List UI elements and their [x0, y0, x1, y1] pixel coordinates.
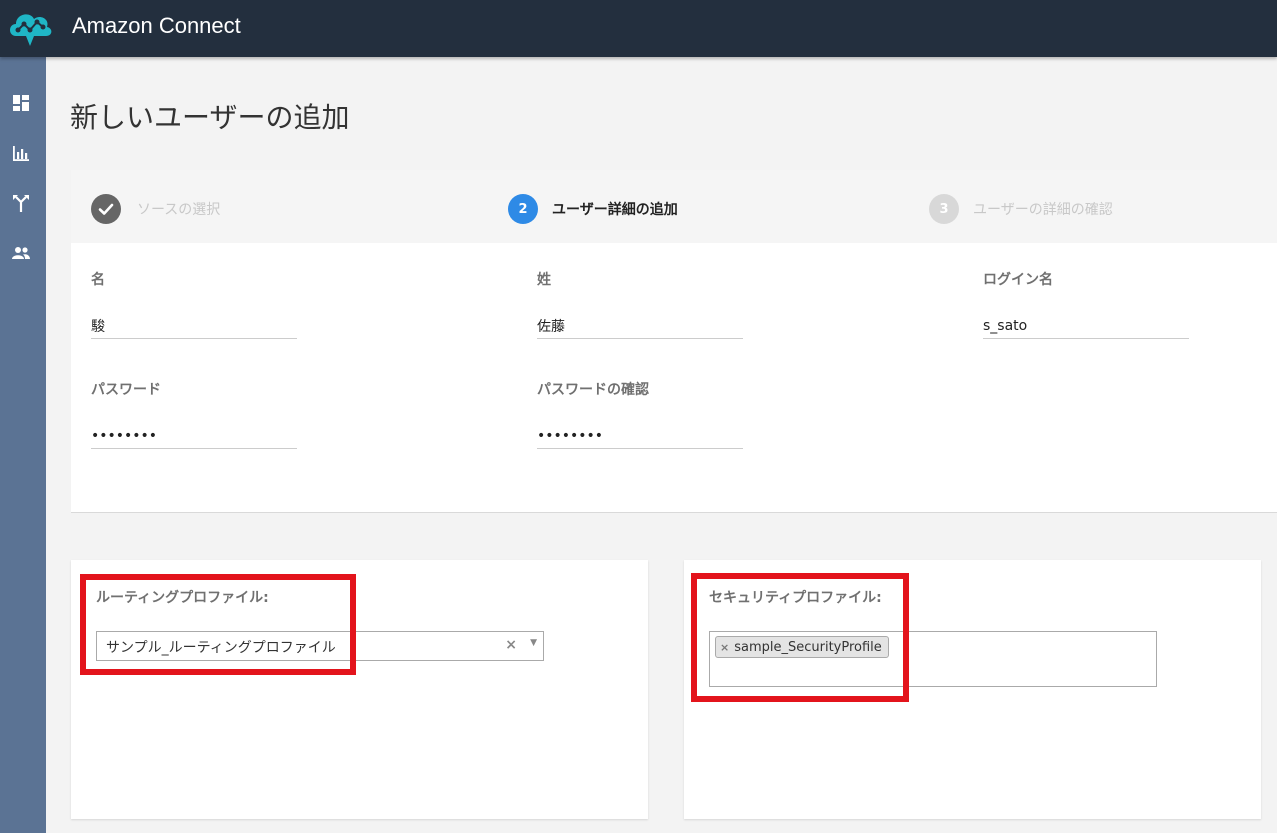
routing-icon[interactable] [11, 193, 31, 213]
security-profile-label: セキュリティプロファイル: [709, 590, 882, 606]
routing-profile-panel: ルーティングプロファイル: サンプル_ルーティングプロファイル × ▼ [71, 560, 648, 819]
step-label: ユーザー詳細の追加 [552, 202, 678, 218]
routing-profile-label: ルーティングプロファイル: [96, 590, 269, 606]
clear-selection-icon[interactable]: × [505, 637, 517, 653]
login-name-label: ログイン名 [983, 272, 1053, 288]
top-bar: Amazon Connect [0, 0, 1277, 57]
step-review-user-details[interactable]: 3 ユーザーの詳細の確認 [929, 194, 1113, 224]
step-source-selection[interactable]: ソースの選択 [91, 194, 220, 224]
password-input[interactable] [91, 423, 297, 449]
password-label: パスワード [91, 382, 161, 398]
step-add-user-details[interactable]: 2 ユーザー詳細の追加 [508, 194, 678, 224]
amazon-connect-logo-icon[interactable] [6, 6, 54, 48]
security-profile-tag: × sample_SecurityProfile [715, 636, 889, 658]
checkmark-icon [91, 194, 121, 224]
routing-profile-value: サンプル_ルーティングプロファイル [106, 640, 336, 656]
bar-chart-icon[interactable] [11, 143, 31, 163]
password-confirm-label: パスワードの確認 [537, 382, 649, 398]
step-number: 2 [508, 194, 538, 224]
step-number: 3 [929, 194, 959, 224]
password-confirm-input[interactable] [537, 423, 743, 449]
security-profile-multiselect[interactable]: × sample_SecurityProfile [709, 631, 1157, 687]
security-profile-panel: セキュリティプロファイル: × sample_SecurityProfile [684, 560, 1261, 819]
dashboard-icon[interactable] [11, 93, 31, 113]
sidebar [0, 57, 46, 833]
first-name-label: 名 [91, 272, 105, 288]
page-title: 新しいユーザーの追加 [70, 101, 350, 134]
users-icon[interactable] [11, 243, 31, 263]
wizard-stepper: ソースの選択 2 ユーザー詳細の追加 3 ユーザーの詳細の確認 [71, 170, 1277, 243]
routing-profile-select[interactable]: サンプル_ルーティングプロファイル × ▼ [96, 631, 544, 661]
login-name-input[interactable] [983, 313, 1189, 339]
step-label: ユーザーの詳細の確認 [973, 202, 1113, 218]
step-label: ソースの選択 [137, 202, 221, 218]
first-name-input[interactable] [91, 313, 297, 339]
last-name-input[interactable] [537, 313, 743, 339]
tag-label: sample_SecurityProfile [734, 639, 882, 655]
user-details-form: 名 姓 ログイン名 パスワード パスワードの確認 [71, 243, 1277, 513]
app-title: Amazon Connect [72, 13, 241, 38]
last-name-label: 姓 [537, 272, 551, 288]
chevron-down-icon[interactable]: ▼ [530, 638, 537, 648]
remove-tag-icon[interactable]: × [720, 641, 729, 654]
